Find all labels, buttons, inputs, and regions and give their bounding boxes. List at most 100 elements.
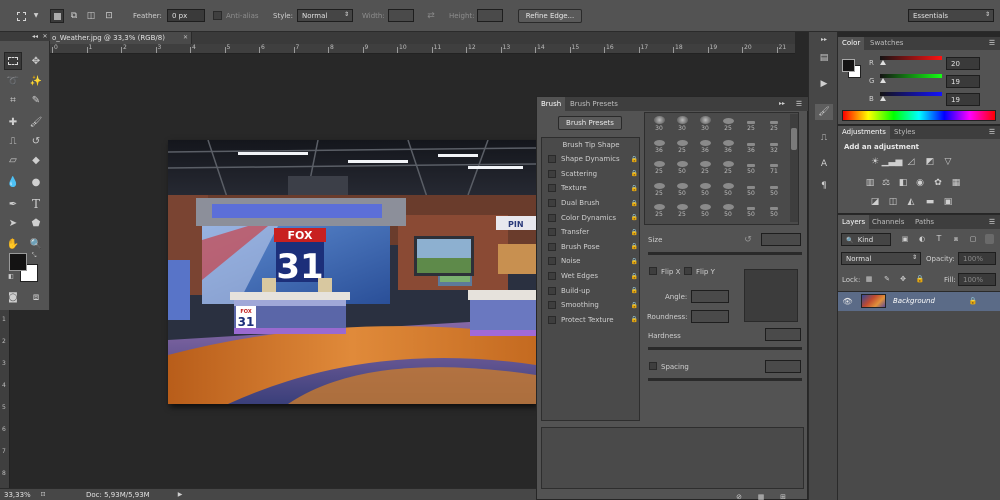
lock-all-icon[interactable]: 🔒 — [915, 274, 925, 284]
chevron-down-icon[interactable]: ▼ — [32, 11, 40, 21]
brush-tip[interactable]: 25 — [741, 116, 761, 132]
brush-tip[interactable]: 50 — [718, 181, 738, 197]
r-value[interactable]: 20 — [946, 57, 980, 70]
brush-option-checkbox[interactable] — [548, 199, 556, 208]
tab-paths[interactable]: Paths — [911, 215, 938, 229]
layer-filter-select[interactable]: 🔍 Kind — [841, 233, 891, 246]
brush-option-row[interactable]: Wet Edges 🔒 — [542, 269, 640, 284]
tip-grid-scrollbar[interactable] — [790, 114, 798, 222]
brush-tip[interactable]: 36 — [695, 138, 715, 154]
tab-brush[interactable]: Brush — [537, 97, 566, 111]
brush-option-checkbox[interactable] — [548, 257, 556, 266]
brush-tip[interactable]: 30 — [649, 116, 669, 132]
filter-pixel-icon[interactable]: ▣ — [900, 234, 910, 244]
hardness-slider[interactable] — [648, 347, 802, 350]
g-slider[interactable] — [880, 74, 942, 78]
photo-filter-icon[interactable]: ◉ — [914, 177, 926, 189]
feather-input[interactable]: 0 px — [167, 9, 205, 22]
history-brush-icon[interactable]: ↺ — [27, 132, 45, 150]
custom-shape-icon[interactable]: ⬟ — [27, 214, 45, 232]
rectangular-marquee-icon[interactable] — [4, 52, 22, 70]
hand-icon[interactable]: ✋ — [4, 235, 22, 253]
lock-icon[interactable]: 🔒 — [631, 287, 638, 294]
lock-icon[interactable]: 🔒 — [631, 170, 638, 177]
brush-icon[interactable]: 🖌 — [27, 113, 45, 131]
swap-colors-icon[interactable]: ⤡ — [30, 252, 38, 260]
default-colors-icon[interactable]: ◧ — [7, 273, 15, 281]
g-slider-thumb[interactable] — [880, 78, 886, 83]
brush-option-checkbox[interactable] — [548, 169, 556, 178]
blur-icon[interactable]: 💧 — [4, 173, 22, 191]
tab-channels[interactable]: Channels — [868, 215, 908, 229]
g-value[interactable]: 19 — [946, 75, 980, 88]
collapse-arrows-icon[interactable]: ▸▸ — [817, 36, 831, 44]
brush-tip[interactable]: 32 — [764, 138, 784, 154]
panel-menu-icon[interactable]: ☰ — [986, 39, 998, 48]
posterize-icon[interactable]: ◫ — [887, 196, 899, 208]
tab-layers[interactable]: Layers — [838, 215, 870, 229]
brush-tip[interactable]: 25 — [649, 181, 669, 197]
fill-input[interactable]: 100% — [958, 273, 996, 286]
filter-adjustment-icon[interactable]: ◐ — [917, 234, 927, 244]
b-slider[interactable] — [880, 92, 942, 96]
brush-option-checkbox[interactable] — [548, 242, 556, 251]
brush-option-checkbox[interactable] — [548, 286, 556, 295]
brush-option-row[interactable]: Transfer 🔒 — [542, 225, 640, 240]
brush-option-row[interactable]: Shape Dynamics 🔒 — [542, 152, 640, 167]
grid-icon[interactable]: ▦ — [755, 493, 767, 500]
hue-saturation-icon[interactable]: ▥ — [864, 177, 876, 189]
levels-icon[interactable]: ▁▃▅ — [882, 156, 903, 168]
clone-stamp-icon[interactable]: ⎍ — [4, 132, 22, 150]
brush-option-row[interactable]: Brush Pose 🔒 — [542, 240, 640, 255]
flip-y-checkbox[interactable] — [684, 267, 692, 275]
opacity-input[interactable]: 100% — [958, 252, 996, 265]
threshold-icon[interactable]: ◭ — [905, 196, 917, 208]
move-tool-icon[interactable]: ✥ — [27, 52, 45, 70]
brush-option-checkbox[interactable] — [548, 301, 556, 310]
document-tab[interactable]: o_Weather.jpg @ 33,3% (RGB/8) ✕ — [50, 32, 192, 44]
filter-smart-object-icon[interactable]: ▢ — [968, 234, 978, 244]
brush-tip-shape-header[interactable]: Brush Tip Shape — [542, 138, 640, 152]
brush-tip[interactable]: 25 — [718, 159, 738, 175]
filter-toggle[interactable] — [985, 234, 994, 244]
brush-tip[interactable]: 50 — [695, 181, 715, 197]
lock-icon[interactable]: 🔒 — [631, 214, 638, 221]
color-fg-swatch[interactable] — [842, 59, 855, 72]
color-lookup-icon[interactable]: ▦ — [950, 177, 962, 189]
brush-tip[interactable]: 36 — [741, 138, 761, 154]
reset-size-icon[interactable]: ↺ — [742, 234, 754, 246]
zoom-field-icon[interactable]: ⊡ — [39, 491, 47, 499]
spacing-checkbox[interactable] — [649, 362, 657, 370]
healing-brush-icon[interactable]: ✚ — [4, 113, 22, 131]
black-white-icon[interactable]: ◧ — [897, 177, 909, 189]
character-panel-icon[interactable]: A — [815, 156, 833, 172]
type-icon[interactable]: T — [27, 195, 45, 213]
refine-edge-button[interactable]: Refine Edge... — [518, 9, 582, 23]
brush-panel-icon[interactable]: 🖌 — [815, 104, 833, 120]
brush-tip[interactable]: 25 — [718, 116, 738, 132]
brush-tip[interactable]: 25 — [649, 159, 669, 175]
color-spectrum[interactable] — [842, 110, 996, 121]
lock-icon[interactable]: 🔒 — [631, 185, 638, 192]
new-brush-icon[interactable]: ⊞ — [777, 493, 789, 500]
tab-swatches[interactable]: Swatches — [866, 37, 907, 50]
lock-icon[interactable]: 🔒 — [631, 156, 638, 163]
collapse-arrows-icon[interactable]: ◂◂ — [30, 32, 40, 41]
height-input[interactable] — [477, 9, 503, 22]
exposure-icon[interactable]: ◩ — [924, 156, 936, 168]
play-icon[interactable]: ▶ — [176, 491, 184, 499]
panel-menu-icon[interactable]: ☰ — [793, 99, 805, 109]
brush-option-checkbox[interactable] — [548, 315, 556, 324]
style-select[interactable]: Normal ⇕ — [297, 9, 353, 22]
lock-icon[interactable]: 🔒 — [631, 258, 638, 265]
b-value[interactable]: 19 — [946, 93, 980, 106]
lock-icon[interactable]: 🔒 — [631, 243, 638, 250]
invert-icon[interactable]: ◪ — [869, 196, 881, 208]
lock-pixels-icon[interactable]: ✎ — [882, 274, 892, 284]
zoom-icon[interactable]: 🔍 — [27, 235, 45, 253]
toggle-bristle-preview-icon[interactable]: ⊘ — [733, 493, 745, 500]
flip-x-checkbox[interactable] — [649, 267, 657, 275]
brush-option-row[interactable]: Dual Brush 🔒 — [542, 196, 640, 211]
lock-icon[interactable]: 🔒 — [631, 273, 638, 280]
lock-transparency-icon[interactable]: ▦ — [864, 274, 874, 284]
